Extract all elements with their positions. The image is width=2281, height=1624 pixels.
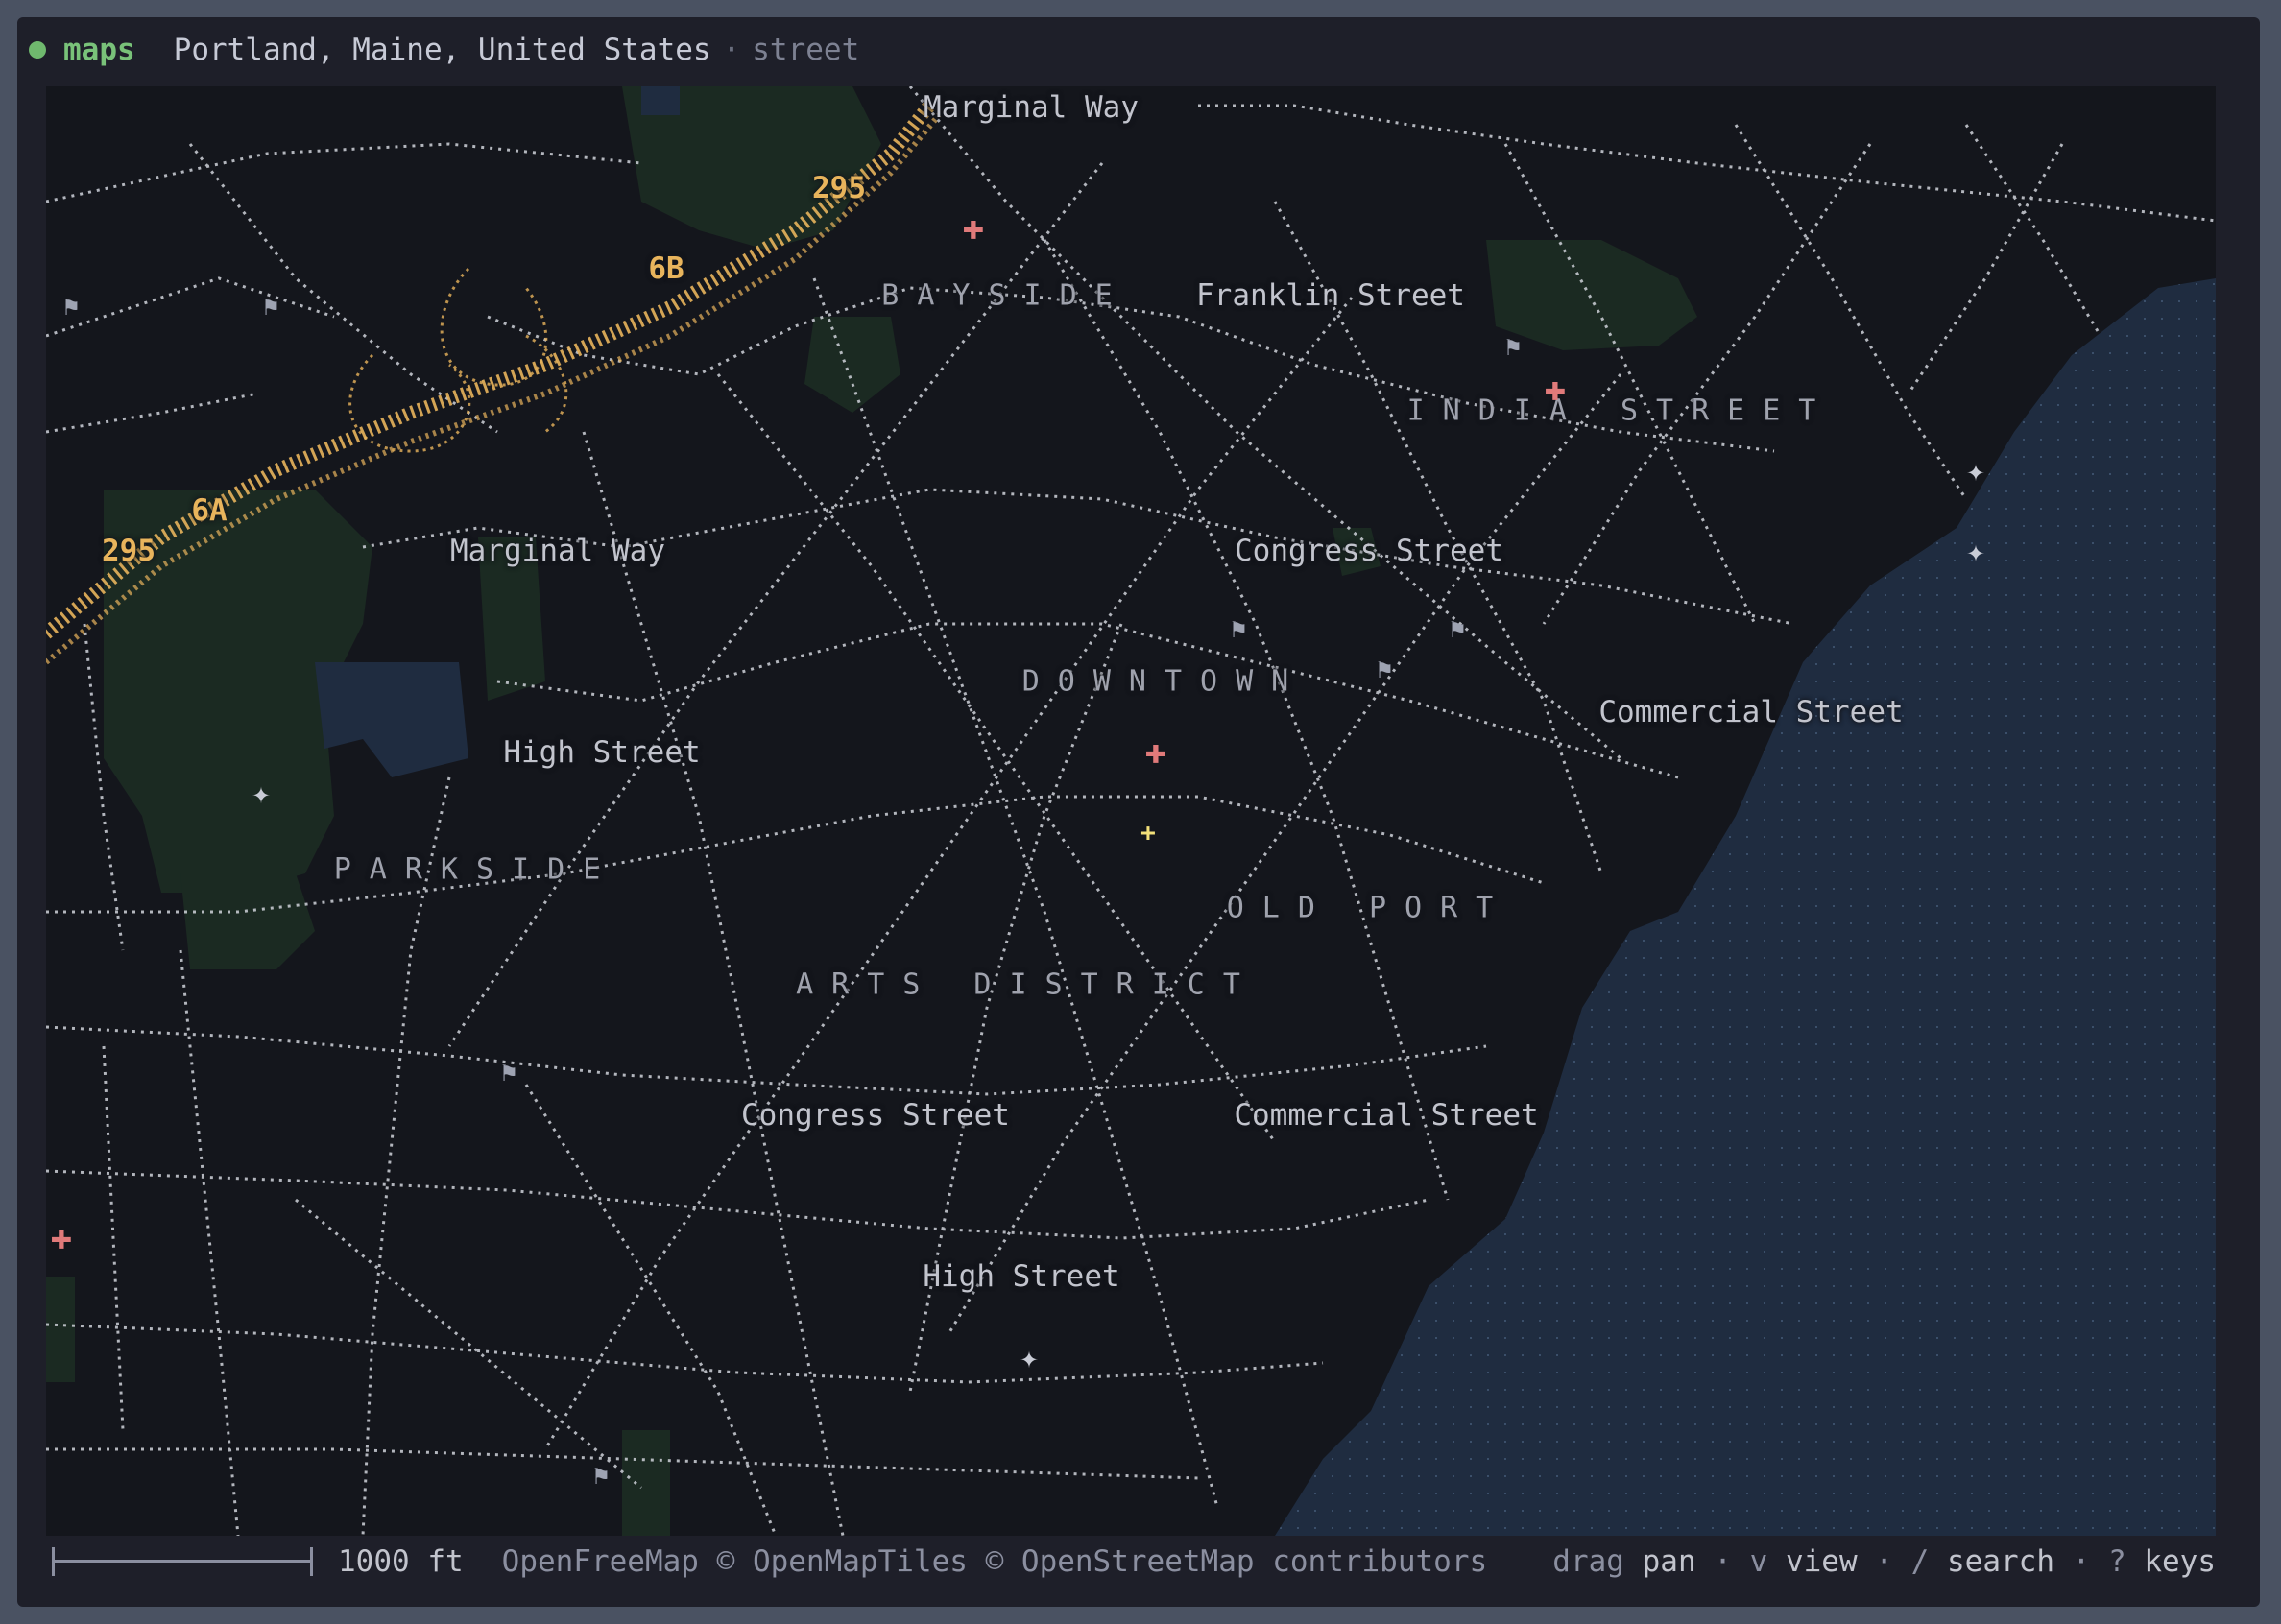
district-label-old-port: OLD PORT <box>1226 891 1512 925</box>
flag-icon[interactable]: ⚑ <box>263 295 278 320</box>
street-segment <box>46 1323 1324 1384</box>
map-layers <box>46 86 2216 1536</box>
location-name: Portland, Maine, United States <box>173 33 711 67</box>
scale-bar <box>52 1547 313 1576</box>
star-icon[interactable]: ✦ <box>252 777 270 808</box>
map-canvas[interactable]: BAYSIDE INDIA STREET DOWNTOWN PARKSIDE O… <box>46 86 2216 1536</box>
street-segment <box>361 776 451 1536</box>
street-segment <box>1907 143 2064 394</box>
district-label-parkside: PARKSIDE <box>333 852 619 887</box>
district-label-arts-district: ARTS DISTRICT <box>796 967 1259 1002</box>
street-segment <box>1198 104 2216 223</box>
key-hints: drag pan · v view · / search · ? keys <box>1552 1544 2216 1579</box>
street-segment <box>46 276 335 338</box>
scale-label: 1000 ft <box>338 1544 464 1579</box>
street-label-marginal-way: Marginal Way <box>450 534 665 568</box>
flag-icon[interactable]: ⚑ <box>1450 617 1465 642</box>
status-dot-icon <box>29 41 46 59</box>
footer-bar: 1000 ft OpenFreeMap © OpenMapTiles © Ope… <box>46 1541 2216 1582</box>
star-icon[interactable]: ✦ <box>1966 455 1984 486</box>
hospital-icon[interactable]: ✚ <box>963 208 985 245</box>
key-hint-keys: ? keys <box>2108 1544 2216 1579</box>
map-attribution[interactable]: OpenFreeMap © OpenMapTiles © OpenStreetM… <box>502 1544 1488 1579</box>
street-segment <box>812 277 1219 1508</box>
street-label-high-street: High Street <box>503 735 701 770</box>
flag-icon[interactable]: ⚑ <box>1377 657 1392 682</box>
pond-water <box>315 662 468 777</box>
street-segment <box>295 1198 642 1490</box>
highway-shield-6b: 6B <box>648 251 684 286</box>
park-area <box>180 873 315 969</box>
park-area <box>622 1430 670 1536</box>
highway-shield-6a: 6A <box>191 493 228 528</box>
street-label-congress-street: Congress Street <box>1235 534 1503 568</box>
street-segment <box>46 392 258 434</box>
highway-shield-295: 295 <box>812 171 866 205</box>
street-label-congress-street: Congress Street <box>741 1098 1010 1133</box>
flag-icon[interactable]: ⚑ <box>63 295 79 320</box>
star-icon[interactable]: ✦ <box>1020 1342 1038 1373</box>
key-hint-separator: · <box>1714 1544 1732 1579</box>
park-area <box>46 1277 75 1382</box>
hospital-icon[interactable]: ✚ <box>1145 732 1167 769</box>
view-mode: street <box>752 33 860 67</box>
app-name: maps <box>63 33 135 67</box>
hospital-icon[interactable]: ✚ <box>1545 370 1567 406</box>
street-segment <box>46 142 642 203</box>
star-icon[interactable]: ✦ <box>1966 536 1984 566</box>
map-center-crosshair-icon: + <box>1140 819 1156 848</box>
flag-icon[interactable]: ⚑ <box>501 1061 516 1086</box>
street-label-franklin-street: Franklin Street <box>1196 278 1465 313</box>
flag-icon[interactable]: ⚑ <box>593 1464 609 1489</box>
flag-icon[interactable]: ⚑ <box>1231 617 1246 642</box>
park-area <box>804 317 900 413</box>
street-segment <box>716 373 1277 1143</box>
district-label-bayside: BAYSIDE <box>881 278 1131 313</box>
district-label-downtown: DOWNTOWN <box>1021 664 1308 699</box>
key-hint-drag: drag pan <box>1552 1544 1696 1579</box>
hospital-icon[interactable]: ✚ <box>51 1218 73 1254</box>
street-segment <box>46 1169 1429 1240</box>
street-segment <box>102 1045 125 1431</box>
key-hint-separator: · <box>2072 1544 2091 1579</box>
street-segment <box>188 143 498 434</box>
highway-shield-295: 295 <box>102 534 156 568</box>
street-label-high-street: High Street <box>923 1259 1120 1294</box>
street-label-marginal-way: Marginal Way <box>924 90 1139 125</box>
street-label-commercial-street: Commercial Street <box>1598 695 1904 729</box>
highway-ramp <box>525 334 568 434</box>
pond-water <box>641 86 680 115</box>
street-segment <box>1043 239 1450 1201</box>
street-segment <box>1964 124 2102 337</box>
street-segment <box>1503 143 1757 625</box>
flag-icon[interactable]: ⚑ <box>1505 335 1521 360</box>
highway-ramp <box>440 267 548 387</box>
key-hint-search: / search <box>1910 1544 2054 1579</box>
header-separator: · <box>722 33 741 67</box>
street-label-commercial-street: Commercial Street <box>1234 1098 1539 1133</box>
key-hint-separator: · <box>1875 1544 1893 1579</box>
street-segment <box>1542 143 1872 625</box>
district-label-india-street: INDIA STREET <box>1406 394 1835 428</box>
header-bar: maps Portland, Maine, United States · st… <box>29 33 859 67</box>
key-hint-view: v view <box>1749 1544 1858 1579</box>
street-segment <box>46 1025 1487 1096</box>
